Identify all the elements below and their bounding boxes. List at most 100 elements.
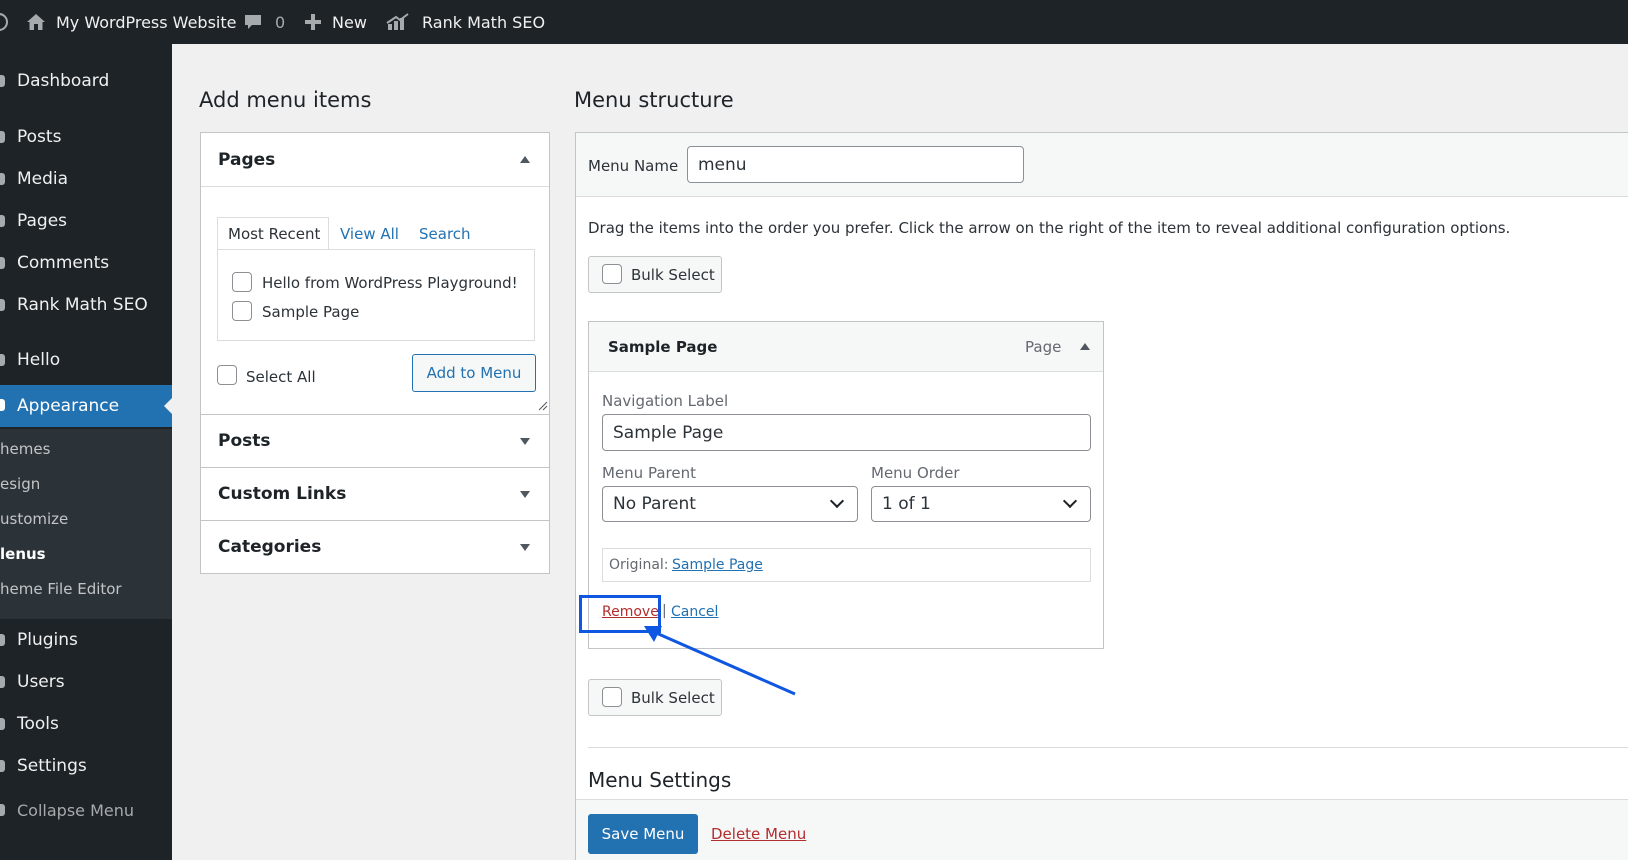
custom-links-section-toggle[interactable]: Custom Links [201,468,549,520]
bulk-select-checkbox[interactable] [602,264,622,284]
submenu-design[interactable]: esign [0,475,172,493]
bulk-select-checkbox[interactable] [602,687,622,707]
sidebar-item-rankmath[interactable]: Rank Math SEO [0,285,172,325]
collapse-arrow-icon [520,156,530,163]
rankmath-icon [0,299,5,311]
site-name: My WordPress Website [56,12,237,32]
chevron-down-icon [1062,493,1078,509]
sidebar-item-tools[interactable]: Tools [0,704,172,744]
posts-section-toggle[interactable]: Posts [201,415,549,467]
delete-menu-link[interactable]: Delete Menu [711,825,806,843]
comments-count: 0 [275,12,286,32]
drag-instructions: Drag the items into the order you prefer… [588,219,1511,237]
sidebar-item-settings[interactable]: Settings [0,746,172,786]
sidebar-item-comments[interactable]: Comments [0,243,172,283]
chevron-down-icon [829,493,845,509]
tab-view-all[interactable]: View All [340,225,399,243]
annotation-arrow-icon [644,626,796,696]
appearance-submenu: hemes esign ustomize lenus heme File Edi… [0,429,172,619]
new-content-link[interactable]: New [304,0,367,44]
menu-footer-bar: Save Menu Delete Menu [576,799,1628,860]
menu-management-panel: Menu Name menu Drag the items into the o… [575,132,1628,860]
divider [201,186,549,187]
add-menu-items-accordion: Pages Most Recent View All Search Hello … [200,132,550,574]
sidebar-item-hello[interactable]: Hello [0,340,172,380]
collapse-icon [0,804,5,816]
nav-label-caption: Navigation Label [602,392,729,410]
wordpress-logo-icon[interactable] [0,0,8,44]
add-menu-items-heading: Add menu items [199,88,372,112]
plus-icon [304,13,322,31]
submenu-theme-file-editor[interactable]: heme File Editor [0,580,172,598]
page-checkbox[interactable] [232,272,252,292]
original-caption: Original: [609,557,669,573]
dashboard-icon [0,75,5,87]
rankmath-label: Rank Math SEO [422,12,546,32]
menu-order-caption: Menu Order [871,464,960,482]
menu-item-card: Sample Page Page Navigation Label Sample… [588,321,1104,649]
divider [588,747,1628,748]
tools-icon [0,718,5,730]
menu-parent-caption: Menu Parent [602,464,696,482]
add-to-menu-button[interactable]: Add to Menu [412,354,536,392]
sidebar-item-appearance[interactable]: Appearance [0,385,172,427]
menu-parent-select[interactable]: No Parent [602,486,858,522]
submenu-customize[interactable]: ustomize [0,510,172,528]
menu-order-select[interactable]: 1 of 1 [871,486,1091,522]
pages-checklist: Hello from WordPress Playground! Sample … [217,249,535,341]
site-home-link[interactable]: My WordPress Website [26,0,236,44]
menu-settings-heading: Menu Settings [588,768,732,792]
original-link-box: Original: Sample Page [602,548,1091,582]
sidebar-item-pages[interactable]: Pages [0,201,172,241]
plugins-icon [0,634,5,646]
categories-section-toggle[interactable]: Categories [201,521,549,573]
select-all-checkbox[interactable] [217,365,237,385]
new-label: New [332,12,367,32]
page-checkbox[interactable] [232,301,252,321]
tab-search[interactable]: Search [419,225,471,243]
menu-structure-heading: Menu structure [574,88,734,112]
pages-icon [0,215,5,227]
menu-name-input[interactable]: menu [687,146,1024,183]
navigation-label-input[interactable]: Sample Page [602,414,1091,451]
menu-item-type: Page [1025,338,1062,356]
sidebar-item-dashboard[interactable]: Dashboard [0,61,172,101]
save-menu-button[interactable]: Save Menu [588,814,698,854]
hello-icon [0,354,5,366]
comments-icon [0,257,5,269]
expand-arrow-icon [520,544,530,551]
admin-sidebar: Dashboard Posts Media Pages Comments Ran… [0,44,172,860]
submenu-themes[interactable]: hemes [0,440,172,458]
expand-arrow-icon [520,438,530,445]
sidebar-item-plugins[interactable]: Plugins [0,620,172,660]
menu-item-handle[interactable]: Sample Page Page [589,322,1103,372]
sidebar-item-posts[interactable]: Posts [0,117,172,157]
pages-section-toggle[interactable]: Pages [201,133,549,186]
bulk-select-button-top[interactable]: Bulk Select [588,256,722,293]
expand-arrow-icon [520,491,530,498]
media-icon [0,173,5,185]
admin-bar: My WordPress Website 0 New Rank Math SEO [0,0,1628,44]
resize-handle-icon[interactable] [538,401,548,411]
posts-icon [0,131,5,143]
comment-bubble-icon [243,13,263,31]
appearance-icon [0,399,5,411]
comments-link[interactable]: 0 [243,0,285,44]
collapse-arrow-icon[interactable] [1080,343,1090,350]
page-option-label: Sample Page [262,303,360,321]
sidebar-item-users[interactable]: Users [0,662,172,702]
rankmath-link[interactable]: Rank Math SEO [386,0,545,44]
home-icon [26,13,46,31]
collapse-menu-button[interactable]: Collapse Menu [0,790,172,830]
users-icon [0,676,5,688]
menu-item-title: Sample Page [608,338,718,356]
cancel-link[interactable]: Cancel [671,604,718,620]
sidebar-item-media[interactable]: Media [0,159,172,199]
original-page-link[interactable]: Sample Page [672,557,763,573]
menu-name-bar: Menu Name menu [576,133,1628,197]
menu-name-label: Menu Name [588,157,679,175]
rankmath-chart-icon [386,13,410,31]
link-separator: | [662,603,667,619]
tab-most-recent[interactable]: Most Recent [217,217,329,250]
submenu-menus[interactable]: lenus [0,545,172,563]
